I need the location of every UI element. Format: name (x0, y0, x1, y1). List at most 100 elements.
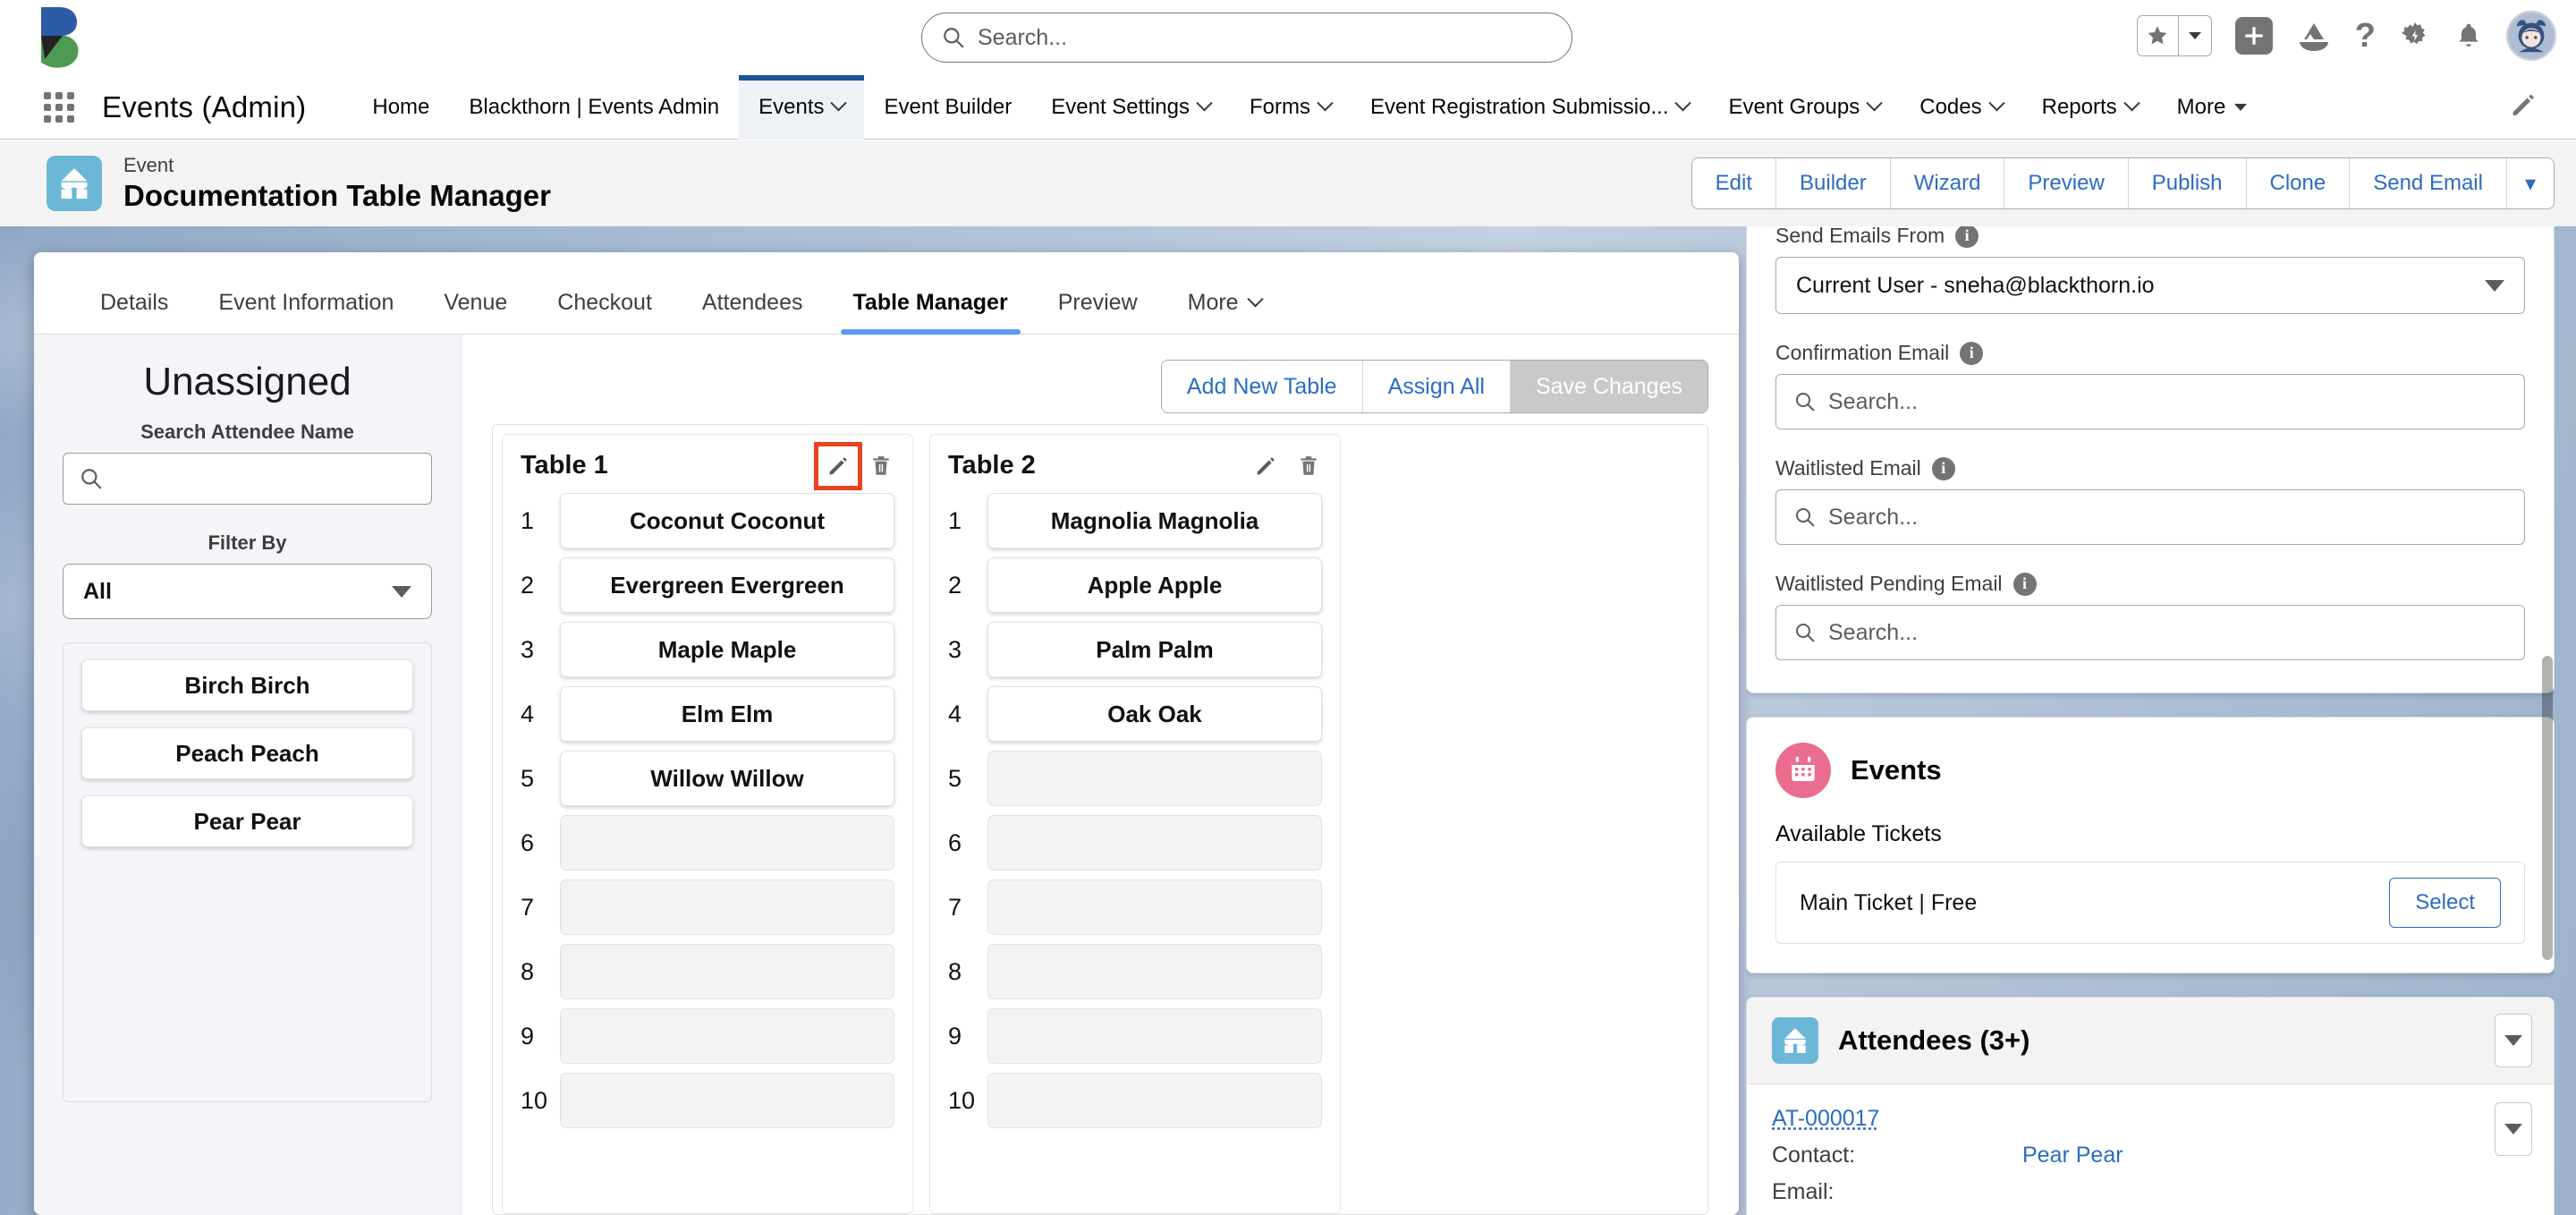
sidebar-scrollbar[interactable] (2542, 226, 2553, 1215)
seat-row[interactable]: 3 Maple Maple (521, 622, 894, 677)
seat-row[interactable]: 10 (948, 1073, 1322, 1128)
delete-trash-icon[interactable] (1295, 453, 1322, 480)
seat-slot[interactable] (987, 944, 1322, 999)
seat-slot[interactable]: Oak Oak (987, 686, 1322, 742)
tab-table-manager[interactable]: Table Manager (828, 290, 1033, 335)
seat-row[interactable]: 8 (521, 944, 894, 999)
tab-checkout[interactable]: Checkout (532, 290, 677, 334)
save-changes-button[interactable]: Save Changes (1510, 361, 1707, 412)
seat-row[interactable]: 2 Apple Apple (948, 557, 1322, 613)
tables-scroll-container[interactable]: Table 1 1 Coconut Coconut 2 Evergreen Ev… (492, 424, 1708, 1215)
preview-button[interactable]: Preview (2004, 158, 2129, 208)
seat-slot[interactable]: Apple Apple (987, 557, 1322, 613)
user-avatar[interactable] (2506, 11, 2556, 61)
seat-row[interactable]: 4 Oak Oak (948, 686, 1322, 742)
seat-slot[interactable]: Maple Maple (560, 622, 894, 677)
app-launcher-waffle-icon[interactable] (41, 89, 77, 125)
filter-by-select[interactable]: All (63, 564, 432, 619)
seat-row[interactable]: 6 (521, 815, 894, 871)
help-question-icon[interactable]: ? (2355, 19, 2376, 53)
seat-slot[interactable] (560, 815, 894, 871)
edit-nav-pencil-icon[interactable] (2508, 89, 2538, 124)
attendees-card-menu-caret-icon[interactable] (2495, 1014, 2532, 1067)
seat-slot[interactable]: Coconut Coconut (560, 493, 894, 548)
publish-button[interactable]: Publish (2128, 158, 2247, 208)
info-icon[interactable]: i (2012, 572, 2037, 596)
chevron-down-icon[interactable] (2123, 95, 2140, 112)
edit-pencil-icon[interactable] (814, 441, 862, 490)
nav-item-event-settings[interactable]: Event Settings (1031, 75, 1230, 140)
nav-item-blackthorn-events-admin[interactable]: Blackthorn | Events Admin (449, 75, 739, 140)
seat-row[interactable]: 1 Coconut Coconut (521, 493, 894, 548)
seat-slot[interactable]: Elm Elm (560, 686, 894, 742)
favorites-button-group[interactable] (2136, 15, 2212, 56)
seat-slot[interactable] (560, 879, 894, 935)
field-value[interactable]: Pear Pear (2022, 1143, 2123, 1168)
nav-item-codes[interactable]: Codes (1900, 75, 2021, 140)
waitlisted-pending-email-input[interactable]: Search... (1775, 605, 2525, 660)
unassigned-attendee-dropzone[interactable]: Birch Birch Peach Peach Pear Pear (63, 642, 432, 1102)
seat-row[interactable]: 9 (521, 1008, 894, 1064)
tab-details[interactable]: Details (75, 290, 193, 334)
tab-more[interactable]: More (1163, 290, 1286, 334)
seat-slot[interactable] (560, 1008, 894, 1064)
seat-slot[interactable] (987, 1073, 1322, 1128)
builder-button[interactable]: Builder (1776, 158, 1891, 208)
clone-button[interactable]: Clone (2246, 158, 2351, 208)
seat-slot[interactable] (987, 879, 1322, 935)
edit-pencil-icon[interactable] (1252, 453, 1279, 480)
unassigned-attendee-chip[interactable]: Peach Peach (81, 727, 413, 779)
delete-trash-icon[interactable] (868, 453, 894, 480)
nav-item-event-builder[interactable]: Event Builder (864, 75, 1031, 140)
nav-item-event-groups[interactable]: Event Groups (1708, 75, 1900, 140)
nav-item-event-registration-submissions[interactable]: Event Registration Submissio... (1351, 75, 1708, 140)
seat-row[interactable]: 1 Magnolia Magnolia (948, 493, 1322, 548)
send-emails-from-select[interactable]: Current User - sneha@blackthorn.io (1775, 257, 2525, 314)
chevron-down-icon[interactable] (1674, 95, 1692, 112)
global-actions-plus-icon[interactable] (2234, 17, 2273, 55)
seat-slot[interactable] (987, 1008, 1322, 1064)
favorites-caret-icon[interactable] (2179, 16, 2211, 55)
seat-row[interactable]: 5 Willow Willow (521, 751, 894, 806)
select-ticket-button[interactable]: Select (2389, 878, 2501, 928)
seat-row[interactable]: 3 Palm Palm (948, 622, 1322, 677)
seat-row[interactable]: 6 (948, 815, 1322, 871)
attendee-record-link[interactable]: AT-000017 (1772, 1106, 2529, 1132)
confirmation-email-input[interactable]: Search... (1775, 374, 2525, 429)
blackthorn-logo[interactable] (32, 5, 93, 70)
seat-row[interactable]: 9 (948, 1008, 1322, 1064)
attendee-row-menu-caret-icon[interactable] (2495, 1102, 2532, 1156)
chevron-down-icon[interactable] (1246, 291, 1264, 308)
record-actions-overflow-caret-icon[interactable]: ▾ (2506, 158, 2554, 208)
nav-item-more[interactable]: More (2157, 75, 2267, 140)
seat-row[interactable]: 7 (521, 879, 894, 935)
favorites-star-icon[interactable] (2138, 16, 2179, 55)
caret-down-icon[interactable] (2234, 103, 2248, 111)
global-search-box[interactable]: Search... (921, 13, 1572, 63)
edit-button[interactable]: Edit (1691, 158, 1777, 208)
nav-item-forms[interactable]: Forms (1230, 75, 1351, 140)
unassigned-attendee-chip[interactable]: Pear Pear (81, 795, 413, 847)
search-attendee-input[interactable] (63, 453, 432, 505)
seat-row[interactable]: 10 (521, 1073, 894, 1128)
seat-row[interactable]: 2 Evergreen Evergreen (521, 557, 894, 613)
seat-slot[interactable] (987, 815, 1322, 871)
app-launcher-mountain-icon[interactable] (2296, 21, 2332, 51)
chevron-down-icon[interactable] (830, 95, 848, 112)
nav-item-reports[interactable]: Reports (2022, 75, 2157, 140)
chevron-down-icon[interactable] (1987, 95, 2005, 112)
info-icon[interactable]: i (1931, 456, 1955, 480)
wizard-button[interactable]: Wizard (1890, 158, 2005, 208)
tab-attendees[interactable]: Attendees (677, 290, 828, 334)
nav-item-home[interactable]: Home (352, 75, 449, 140)
seat-row[interactable]: 4 Elm Elm (521, 686, 894, 742)
seat-row[interactable]: 8 (948, 944, 1322, 999)
tab-venue[interactable]: Venue (419, 290, 532, 334)
seat-slot[interactable]: Evergreen Evergreen (560, 557, 894, 613)
seat-slot[interactable]: Palm Palm (987, 622, 1322, 677)
waitlisted-email-input[interactable]: Search... (1775, 489, 2525, 545)
seat-slot[interactable]: Magnolia Magnolia (987, 493, 1322, 548)
notifications-bell-icon[interactable] (2454, 21, 2483, 51)
setup-gear-icon[interactable] (2399, 20, 2431, 52)
chevron-down-icon[interactable] (1866, 95, 1883, 112)
